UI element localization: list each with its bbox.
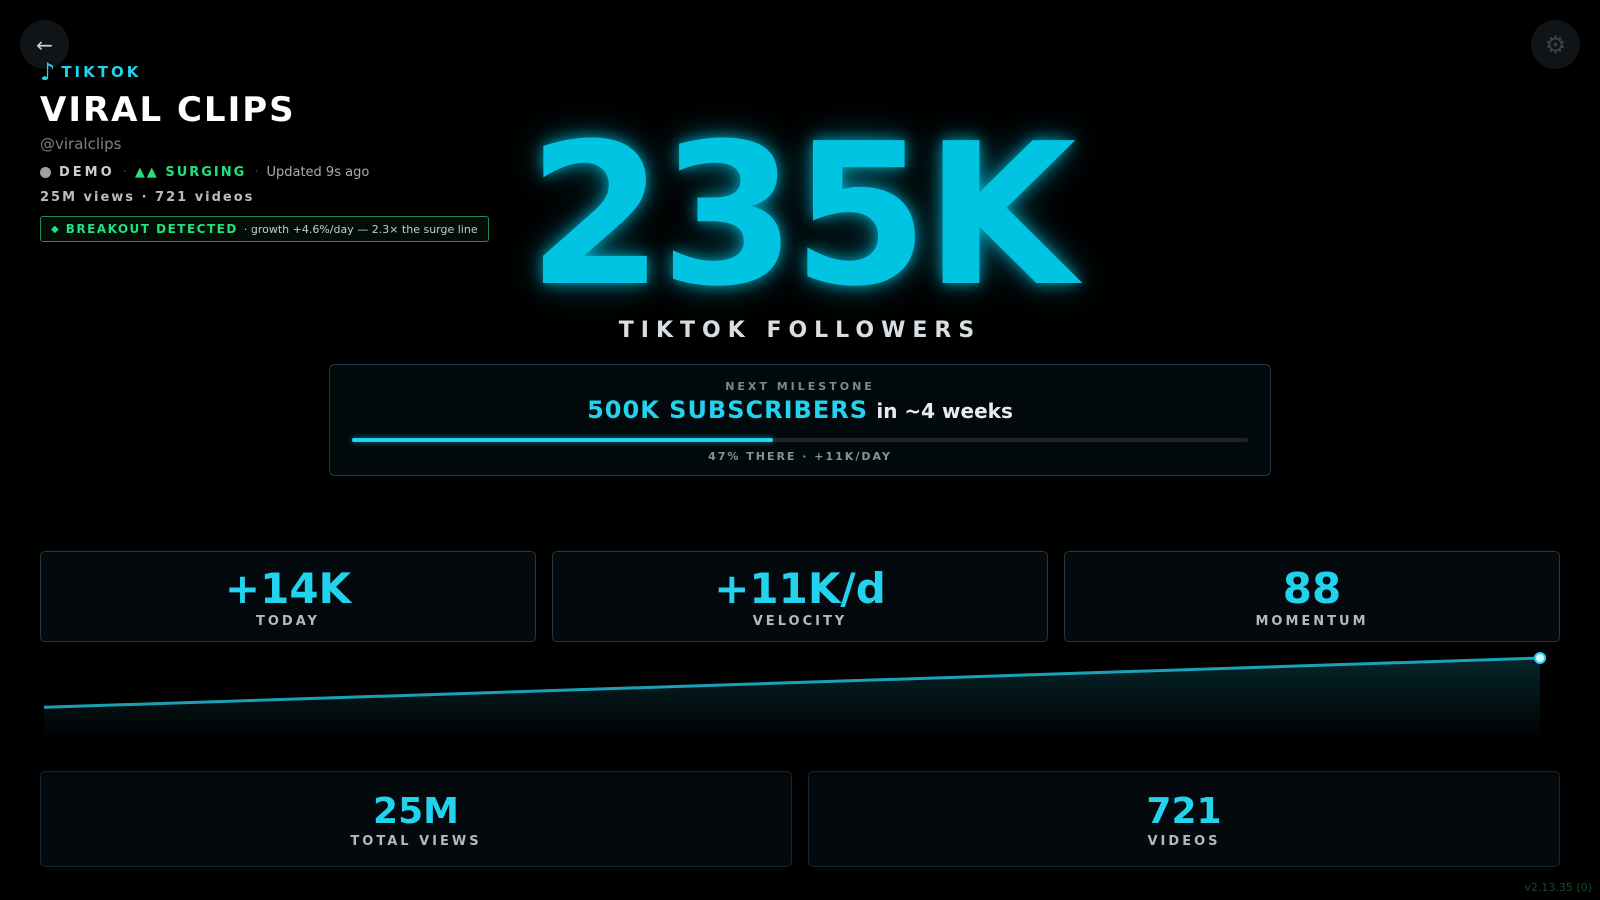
total-value: 721 <box>1146 791 1222 832</box>
follower-count: 235K <box>527 102 1076 330</box>
metric-card-velocity: +11K/d VELOCITY <box>552 551 1048 642</box>
version-label: v2.13.35 (0) <box>1524 881 1592 894</box>
music-note-icon: ♪ <box>40 58 56 86</box>
milestone-target: 500K SUBSCRIBERS <box>587 396 868 424</box>
milestone-progress-fill <box>352 438 774 442</box>
settings-button[interactable]: ⚙ <box>1531 20 1580 69</box>
milestone-subtext: 47% THERE · +11K/DAY <box>708 450 892 463</box>
milestone-headline: 500K SUBSCRIBERS in ~4 weeks <box>330 396 1270 424</box>
metric-card-today: +14K TODAY <box>40 551 536 642</box>
total-card-views: 25M TOTAL VIEWS <box>40 771 792 867</box>
total-label: VIDEOS <box>1147 833 1221 849</box>
gear-icon: ⚙ <box>1544 30 1567 59</box>
arrow-left-icon: ← <box>36 32 53 57</box>
metric-card-momentum: 88 MOMENTUM <box>1064 551 1560 642</box>
milestone-progress-bar <box>352 438 1248 442</box>
metric-value: 88 <box>1282 564 1342 613</box>
metric-cards: +14K TODAY +11K/d VELOCITY 88 MOMENTUM <box>40 551 1560 642</box>
total-label: TOTAL VIEWS <box>350 833 482 849</box>
total-value: 25M <box>373 791 459 832</box>
milestone-kicker: NEXT MILESTONE <box>725 380 875 393</box>
metric-label: VELOCITY <box>752 614 848 630</box>
platform-label: ♪ TIKTOK <box>40 60 500 84</box>
platform-name: TIKTOK <box>61 63 142 81</box>
metric-label: MOMENTUM <box>1255 614 1369 630</box>
milestone-eta: in ~4 weeks <box>876 399 1013 423</box>
total-cards: 25M TOTAL VIEWS 721 VIDEOS <box>40 771 1560 867</box>
metric-value: +14K <box>224 564 352 613</box>
follower-count-label: TIKTOK FOLLOWERS <box>618 318 982 343</box>
total-card-videos: 721 VIDEOS <box>808 771 1560 867</box>
milestone-card: NEXT MILESTONE 500K SUBSCRIBERS in ~4 we… <box>329 364 1271 476</box>
metric-label: TODAY <box>256 614 320 630</box>
growth-trend-chart <box>43 652 1546 740</box>
trend-endpoint <box>1534 652 1546 664</box>
metric-value: +11K/d <box>714 564 886 613</box>
